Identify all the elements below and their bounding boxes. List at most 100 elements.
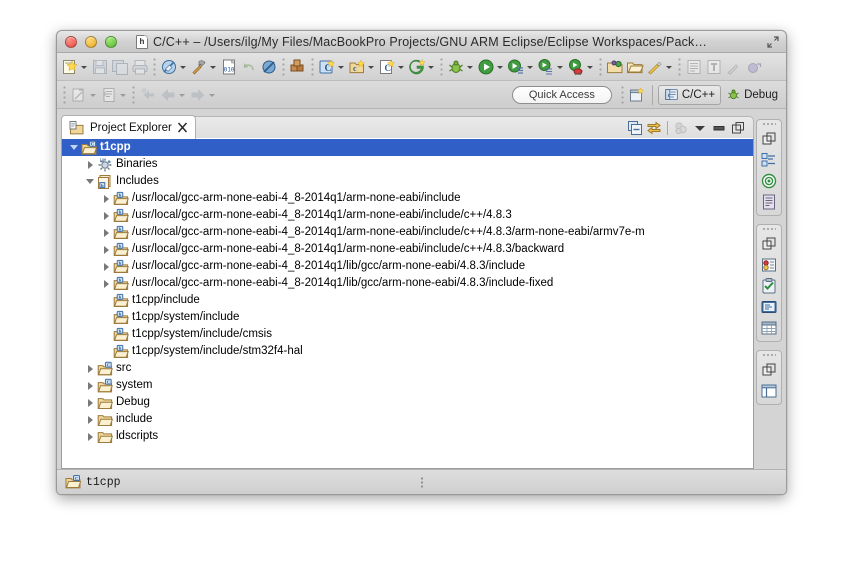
tree-row[interactable]: h/usr/local/gcc-arm-none-eabi-4_8-2014q1…	[62, 275, 753, 292]
tree-twisty-closed[interactable]	[84, 377, 97, 394]
new-cpp-project-button[interactable]: c	[347, 55, 377, 79]
open-call-hierarchy-dropdown[interactable]	[119, 86, 128, 104]
link-editor-icon[interactable]	[646, 120, 662, 136]
minimize-button[interactable]	[85, 35, 97, 48]
navigate-back-dropdown[interactable]	[178, 86, 187, 104]
tree-twisty-closed[interactable]	[84, 394, 97, 411]
run-last-dropdown[interactable]	[556, 58, 565, 76]
focus-task-icon[interactable]	[673, 120, 689, 136]
fast-view-grip[interactable]	[762, 122, 776, 126]
tree-row[interactable]: h/usr/local/gcc-arm-none-eabi-4_8-2014q1…	[62, 224, 753, 241]
tree-twisty-closed[interactable]	[84, 156, 97, 173]
restore-icon[interactable]	[760, 361, 778, 379]
save-all-button[interactable]	[110, 55, 130, 79]
debug-dropdown[interactable]	[466, 58, 475, 76]
tree-row[interactable]: Debug	[62, 394, 753, 411]
tree-row[interactable]: h/usr/local/gcc-arm-none-eabi-4_8-2014q1…	[62, 190, 753, 207]
layout-view-icon[interactable]	[760, 382, 778, 400]
open-declaration-button[interactable]	[69, 83, 99, 107]
project-explorer-tree-panel[interactable]: Ct1cpp 10 Binaries h Includes h/usr/local/gcc…	[61, 138, 754, 469]
new-git-button[interactable]	[407, 55, 437, 79]
outline-view-icon[interactable]	[760, 151, 778, 169]
properties-view-icon[interactable]	[760, 319, 778, 337]
undo-button[interactable]	[239, 55, 259, 79]
quick-access-field[interactable]: Quick Access	[511, 85, 612, 104]
tree-row[interactable]: h/usr/local/gcc-arm-none-eabi-4_8-2014q1…	[62, 207, 753, 224]
perspective-debug[interactable]: Debug	[721, 85, 783, 105]
toggle-block-selection-button[interactable]	[704, 55, 724, 79]
problems-view-icon[interactable]	[760, 256, 778, 274]
restore-icon[interactable]	[760, 235, 778, 253]
save-button[interactable]	[90, 55, 110, 79]
tree-row[interactable]: h t1cpp/include	[62, 292, 753, 309]
open-type-button[interactable]	[605, 55, 625, 79]
new-wizard-dropdown[interactable]	[80, 58, 89, 76]
build-all-dropdown[interactable]	[179, 58, 188, 76]
tree-twisty-closed[interactable]	[84, 411, 97, 428]
tree-twisty-closed[interactable]	[100, 224, 113, 241]
tab-project-explorer[interactable]: Project Explorer	[61, 115, 196, 139]
zoom-button[interactable]	[105, 35, 117, 48]
navigate-back-button[interactable]	[158, 83, 188, 107]
tree-row[interactable]: include	[62, 411, 753, 428]
open-element-button[interactable]: 010	[219, 55, 239, 79]
annotation-button[interactable]	[724, 55, 744, 79]
debug-button[interactable]	[446, 55, 476, 79]
print-button[interactable]	[130, 55, 150, 79]
maximize-icon[interactable]	[730, 120, 746, 136]
profile-dropdown[interactable]	[586, 58, 595, 76]
new-cpp-project-dropdown[interactable]	[367, 58, 376, 76]
tree-twisty-closed[interactable]	[100, 241, 113, 258]
open-perspective-button[interactable]	[627, 83, 647, 107]
collapse-all-icon[interactable]	[627, 120, 643, 136]
tree-row[interactable]: h Includes	[62, 173, 753, 190]
new-class-dropdown[interactable]	[397, 58, 406, 76]
chevron-down-icon[interactable]	[692, 120, 708, 136]
run-external-tools-dropdown[interactable]	[526, 58, 535, 76]
build-all-button[interactable]	[159, 55, 189, 79]
toggle-mark-occurrences-button[interactable]	[684, 55, 704, 79]
close-button[interactable]	[65, 35, 77, 48]
build-dropdown[interactable]	[209, 58, 218, 76]
document-view-icon[interactable]	[760, 193, 778, 211]
new-class-button[interactable]: C	[377, 55, 407, 79]
tree-row[interactable]: h t1cpp/system/include	[62, 309, 753, 326]
new-git-dropdown[interactable]	[427, 58, 436, 76]
tree-twisty-closed[interactable]	[84, 428, 97, 445]
back-to-button[interactable]	[138, 83, 158, 107]
build-configurations-button[interactable]	[288, 55, 308, 79]
run-button[interactable]	[476, 55, 506, 79]
run-dropdown[interactable]	[496, 58, 505, 76]
search-button[interactable]	[645, 55, 675, 79]
minimize-icon[interactable]	[711, 120, 727, 136]
tree-twisty-closed[interactable]	[100, 275, 113, 292]
tree-twisty-open[interactable]	[84, 173, 97, 190]
tree-row[interactable]: h t1cpp/system/include/cmsis	[62, 326, 753, 343]
close-icon[interactable]	[177, 122, 188, 133]
target-view-icon[interactable]	[760, 172, 778, 190]
new-c-project-button[interactable]: C	[317, 55, 347, 79]
next-annotation-button[interactable]	[744, 55, 764, 79]
tree-twisty-closed[interactable]	[100, 207, 113, 224]
restore-icon[interactable]	[760, 130, 778, 148]
open-call-hierarchy-button[interactable]	[99, 83, 129, 107]
new-wizard-button[interactable]	[60, 55, 90, 79]
run-external-tools-button[interactable]	[506, 55, 536, 79]
profile-button[interactable]	[566, 55, 596, 79]
tree-twisty-open[interactable]	[68, 139, 81, 156]
fast-view-grip[interactable]	[762, 353, 776, 357]
build-button[interactable]	[189, 55, 219, 79]
status-bar-grip[interactable]	[420, 476, 423, 488]
tree-row[interactable]: h t1cpp/system/include/stm32f4-hal	[62, 343, 753, 360]
tree-twisty-closed[interactable]	[100, 258, 113, 275]
search-dropdown[interactable]	[665, 58, 674, 76]
tree-row[interactable]: Csystem	[62, 377, 753, 394]
tree-twisty-closed[interactable]	[84, 360, 97, 377]
perspective-cpp[interactable]: c C/C++	[657, 84, 722, 105]
tasks-view-icon[interactable]	[760, 277, 778, 295]
open-declaration-dropdown[interactable]	[89, 86, 98, 104]
navigate-forward-button[interactable]	[188, 83, 218, 107]
skip-breakpoints-button[interactable]	[259, 55, 279, 79]
tree-row[interactable]: Csrc	[62, 360, 753, 377]
console-view-icon[interactable]	[760, 298, 778, 316]
